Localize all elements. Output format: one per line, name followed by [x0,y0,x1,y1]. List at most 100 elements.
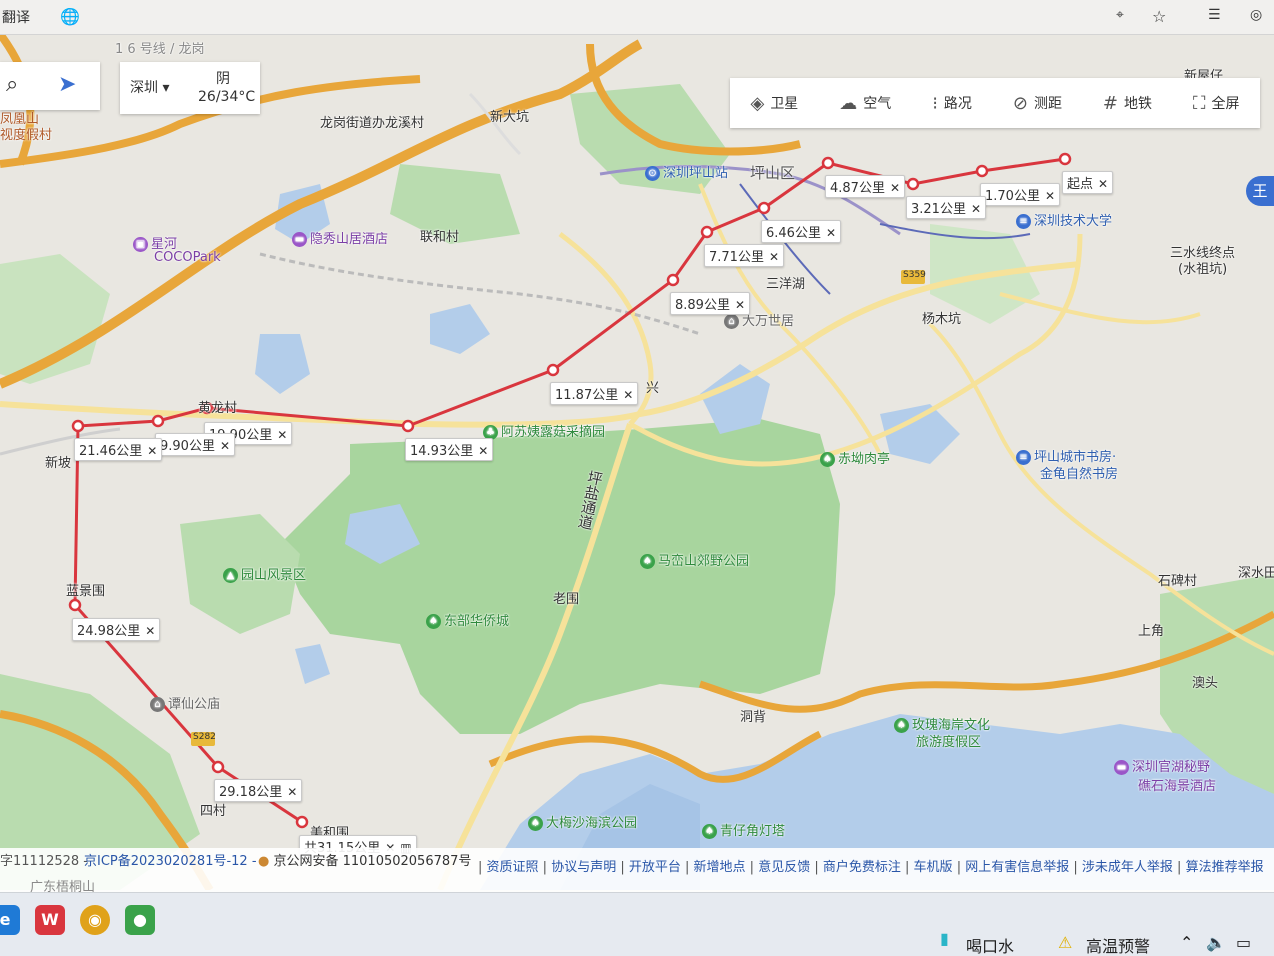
route-node[interactable] [295,815,309,829]
dameisha-poi[interactable]: ♠ 大梅沙海滨公园 [528,812,637,831]
footer-link[interactable]: 算法推荐举报 [1186,860,1264,875]
search-icon[interactable]: ⌕ [6,72,18,97]
location-icon[interactable]: ⌖ [1116,7,1124,23]
wps-app-icon[interactable]: W [35,905,65,935]
star-icon[interactable]: ☆ [1152,7,1166,26]
city-selector[interactable]: 深圳 ▾ [130,77,169,97]
close-icon[interactable]: ✕ [769,250,779,264]
route-node[interactable] [151,414,165,428]
park-icon: ♠ [640,554,655,569]
footer-link[interactable]: 车机版 [914,860,953,875]
browser-toolbar: 翻译 🌐 ⌖ ☆ ☰ ◎ [0,0,1274,35]
icp-link[interactable]: 京ICP备2023020281号-12 - [84,850,257,869]
close-icon[interactable]: ✕ [735,298,745,312]
globe-icon[interactable]: 🌐 [60,7,80,26]
mashan-park-poi[interactable]: ♠ 马峦山郊野公园 [640,550,749,569]
fullscreen-button[interactable]: ⛶ 全屏 [1193,93,1240,114]
traffic-icon: ⁝ [932,92,938,114]
close-icon[interactable]: ✕ [145,624,155,638]
footer-link[interactable]: 意见反馈 [758,860,810,875]
route-node[interactable] [546,363,560,377]
close-icon[interactable]: ✕ [147,444,157,458]
yinxiu-hotel-poi[interactable]: ▬ 隐秀山居酒店 [292,228,388,247]
battery-icon[interactable]: ▭ [1236,933,1251,952]
xinxing-label: 兴 [646,381,660,396]
route-node[interactable] [1058,152,1072,166]
shidu-resort-label: 视度假村 [0,128,53,143]
distance-label[interactable]: 6.46公里 ✕ [761,220,842,243]
chevron-up-icon[interactable]: ⌃ [1180,933,1193,952]
map-toolbar: ◈ 卫星 ☁ 空气 ⁝ 路况 ⊘ 测距 # 地铁 ⛶ 全屏 [730,78,1260,128]
guanhu-hotel-poi[interactable]: ▬ 深圳官湖秘野 [1114,756,1210,775]
route-node[interactable] [975,164,989,178]
footer-link[interactable]: 涉未成年人举报 [1082,860,1173,875]
footer-link[interactable]: 资质证照 [487,860,539,875]
dongbu-poi[interactable]: ♠ 东部华侨城 [426,610,509,629]
route-node[interactable] [68,598,82,612]
route-node[interactable] [666,273,680,287]
tech-univ-poi[interactable]: ≡ 深圳技术大学 [1016,210,1112,229]
distance-label[interactable]: 1.70公里 ✕ [980,183,1061,206]
route-node[interactable] [906,177,920,191]
close-icon[interactable]: ✕ [890,181,900,195]
start-label[interactable]: 起点 ✕ [1062,171,1114,194]
yuanshan-poi[interactable]: ▲ 园山风景区 [223,564,306,583]
route-node[interactable] [401,419,415,433]
air-button[interactable]: ☁ 空气 [839,93,891,114]
distance-label[interactable]: 4.87公里 ✕ [825,175,906,198]
distance-label[interactable]: 29.18公里 ✕ [214,779,303,802]
close-icon[interactable]: ✕ [1045,189,1055,203]
subway-button[interactable]: # 地铁 [1103,93,1152,114]
pingshan-station-poi[interactable]: ⊙ 深圳坪山站 [645,162,728,181]
close-icon[interactable]: ✕ [1098,177,1108,191]
close-icon[interactable]: ✕ [826,226,836,240]
police-record[interactable]: ● 京公网安备 11010502056787号 [258,850,471,869]
side-widget-icon[interactable]: 王 [1246,176,1274,206]
distance-label[interactable]: 8.89公里 ✕ [670,292,751,315]
heat-warning[interactable]: 高温预警 [1086,933,1150,956]
translate-label[interactable]: 翻译 [2,7,30,27]
distance-label[interactable]: 21.46公里 ✕ [74,438,163,461]
satellite-button[interactable]: ◈ 卫星 [750,93,798,114]
traffic-button[interactable]: ⁝ 路况 [932,93,972,114]
route-node[interactable] [700,225,714,239]
close-icon[interactable]: ✕ [287,785,297,799]
search-box: ⌕ ➤ [0,62,100,110]
distance-label[interactable]: 24.98公里 ✕ [72,618,161,641]
chrome-app-icon[interactable]: ◉ [80,905,110,935]
ruler-icon: ⊘ [1012,92,1028,114]
volume-icon[interactable]: 🔈 [1206,933,1226,952]
tanxian-temple-poi[interactable]: ⌂ 谭仙公庙 [150,693,220,712]
park-icon: ♠ [528,816,543,831]
route-node[interactable] [71,419,85,433]
footer-link[interactable]: 商户免费标注 [823,860,901,875]
edge-app-icon[interactable]: e [0,905,20,935]
route-icon[interactable]: ➤ [58,72,76,97]
close-icon[interactable]: ✕ [623,388,633,402]
route-node[interactable] [821,156,835,170]
asu-farm-poi[interactable]: ♣ 阿苏姨露菇采摘园 [483,421,605,440]
qingzai-poi[interactable]: ♠ 青仔角灯塔 [702,820,785,839]
distance-label[interactable]: 11.87公里 ✕ [550,382,639,405]
close-icon[interactable]: ✕ [971,202,981,216]
footer-link[interactable]: 协议与声明 [551,860,616,875]
distance-label[interactable]: 9.90公里 ✕ [155,433,236,456]
route-node[interactable] [757,201,771,215]
wechat-app-icon[interactable]: ● [125,905,155,935]
chikan-poi[interactable]: ♠ 赤坳肉亭 [820,448,890,467]
close-icon[interactable]: ✕ [220,439,230,453]
route-node[interactable] [211,760,225,774]
drink-reminder[interactable]: 喝口水 [966,933,1014,956]
ruler-button[interactable]: ⊘ 测距 [1013,93,1062,114]
map-canvas[interactable]: S359 S282 1 6 号线 / 龙岗 新屋仔 凤凰山 视度假村 龙岗街道办… [0,34,1274,890]
profile-icon[interactable]: ◎ [1250,7,1262,23]
footer-link[interactable]: 新增地点 [694,860,746,875]
close-icon[interactable]: ✕ [277,428,287,442]
distance-label[interactable]: 7.71公里 ✕ [704,244,785,267]
footer-link[interactable]: 开放平台 [629,860,681,875]
distance-label[interactable]: 14.93公里 ✕ [405,438,494,461]
close-icon[interactable]: ✕ [478,444,488,458]
footer-link[interactable]: 网上有害信息举报 [965,860,1069,875]
distance-label[interactable]: 3.21公里 ✕ [906,196,987,219]
menu-icon[interactable]: ☰ [1208,7,1221,23]
